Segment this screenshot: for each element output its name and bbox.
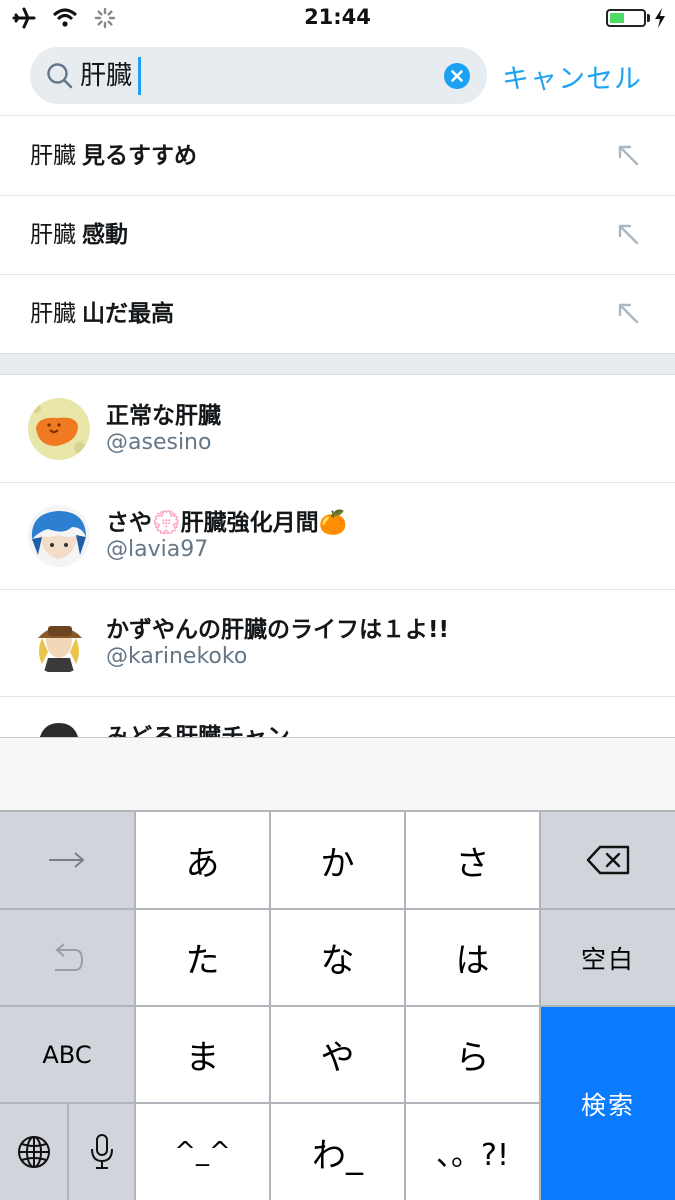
search-suggestion[interactable]: 肝臓 山だ最高 xyxy=(0,274,675,354)
globe-key[interactable] xyxy=(0,1104,67,1200)
cancel-button[interactable]: キャンセル xyxy=(502,57,642,96)
search-field[interactable]: 肝臓 xyxy=(30,47,487,104)
dictation-key[interactable] xyxy=(69,1104,134,1200)
search-icon xyxy=(47,63,73,89)
text-caret xyxy=(138,57,141,95)
user-display-name: 正常な肝臓 xyxy=(106,403,221,429)
user-result-row[interactable]: 正常な肝臓 @asesino xyxy=(0,376,675,483)
user-handle: @asesino xyxy=(106,430,212,455)
abc-key[interactable]: ABC xyxy=(0,1007,134,1102)
user-display-name: さや💮肝臓強化月間🍊 xyxy=(106,510,348,536)
avatar xyxy=(28,505,90,567)
arrow-right-icon xyxy=(49,852,85,868)
microphone-icon xyxy=(90,1134,113,1169)
search-input[interactable]: 肝臓 xyxy=(80,56,132,96)
backspace-icon xyxy=(586,845,630,875)
suggestion-text: 肝臓 感動 xyxy=(30,219,128,251)
user-result-row[interactable]: みどろ肝臓チャン xyxy=(0,697,675,737)
suggestion-completion: 山だ最高 xyxy=(82,301,174,327)
keyboard: あ か さ た な は 空白 ABC ま や ら 検索 ^_^ わ_ 、。?! xyxy=(0,811,675,1200)
avatar xyxy=(28,612,90,674)
undo-icon xyxy=(55,942,84,971)
undo-key[interactable] xyxy=(0,910,134,1005)
key-ta[interactable]: た xyxy=(136,910,269,1005)
suggestion-prefix: 肝臓 xyxy=(30,301,76,327)
status-bar: 21:44 xyxy=(0,0,675,36)
suggestion-completion: 感動 xyxy=(82,222,128,248)
globe-icon xyxy=(17,1136,50,1168)
battery-tip xyxy=(647,14,650,22)
battery-icon xyxy=(606,9,646,27)
key-sa[interactable]: さ xyxy=(406,812,539,908)
key-ka[interactable]: か xyxy=(271,812,404,908)
suggestion-completion: 見るすすめ xyxy=(82,143,197,169)
user-handle: @lavia97 xyxy=(106,537,209,562)
suggestion-prefix: 肝臓 xyxy=(30,222,76,248)
space-key[interactable]: 空白 xyxy=(541,910,675,1005)
fill-query-arrow-icon[interactable] xyxy=(617,223,639,245)
section-divider xyxy=(0,353,675,375)
charging-bolt-icon xyxy=(655,8,665,28)
search-header: 肝臓 キャンセル xyxy=(0,36,675,116)
key-a[interactable]: あ xyxy=(136,812,269,908)
search-key[interactable]: 検索 xyxy=(541,1007,675,1200)
status-time: 21:44 xyxy=(304,5,371,29)
battery-level-fill xyxy=(610,13,624,23)
key-na[interactable]: な xyxy=(271,910,404,1005)
suggestion-text: 肝臓 見るすすめ xyxy=(30,140,197,172)
key-ha[interactable]: は xyxy=(406,910,539,1005)
user-result-row[interactable]: かずやんの肝臓のライフは１よ!! @karinekoko xyxy=(0,590,675,697)
key-ra[interactable]: ら xyxy=(406,1007,539,1102)
key-punctuation[interactable]: 、。?! xyxy=(406,1104,539,1200)
key-ya[interactable]: や xyxy=(271,1007,404,1102)
delete-key[interactable] xyxy=(541,812,675,908)
keyboard-candidate-bar xyxy=(0,737,675,811)
app-screen: 21:44 肝臓 キャンセル 肝臓 見るすすめ 肝臓 感動 肝臓 山だ最高 正常… xyxy=(0,0,675,1200)
user-display-name: かずやんの肝臓のライフは１よ!! xyxy=(106,617,449,643)
user-display-name: みどろ肝臓チャン xyxy=(106,724,290,737)
user-result-row[interactable]: さや💮肝臓強化月間🍊 @lavia97 xyxy=(0,483,675,590)
fill-query-arrow-icon[interactable] xyxy=(617,144,639,166)
fill-query-arrow-icon[interactable] xyxy=(617,302,639,324)
user-handle: @karinekoko xyxy=(106,644,248,669)
key-ma[interactable]: ま xyxy=(136,1007,269,1102)
suggestion-prefix: 肝臓 xyxy=(30,143,76,169)
avatar xyxy=(28,398,90,460)
key-kaomoji[interactable]: ^_^ xyxy=(136,1104,269,1200)
search-suggestion[interactable]: 肝臓 感動 xyxy=(0,195,675,275)
clear-search-icon[interactable] xyxy=(444,63,470,89)
suggestion-text: 肝臓 山だ最高 xyxy=(30,298,174,330)
next-arrow-key[interactable] xyxy=(0,812,134,908)
search-suggestion[interactable]: 肝臓 見るすすめ xyxy=(0,116,675,196)
avatar xyxy=(28,717,90,737)
key-wa[interactable]: わ_ xyxy=(271,1104,404,1200)
